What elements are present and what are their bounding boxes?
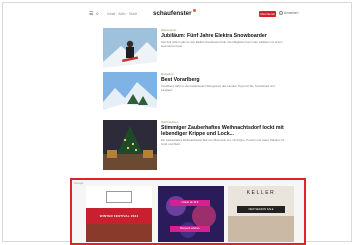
article-headline[interactable]: Best Vorarlberg: [161, 77, 285, 83]
nav-links[interactable]: Inhalt · Aktiv · Stadt: [107, 12, 137, 16]
article-card[interactable]: Reisetipp Best Vorarlberg Vorarlberg zäh…: [103, 72, 288, 122]
article-teaser: Vorarlberg zählt zu den beliebtesten Ski…: [161, 84, 275, 92]
login-link[interactable]: Anmelden: [279, 11, 298, 16]
article-card[interactable]: Wintersport Jubiläum: Fünf Jahre Elektra…: [103, 28, 288, 78]
ad-chip: Bergwelt erleben: [170, 226, 210, 232]
ad-card[interactable]: WINTER FESTIVAL 2024: [86, 186, 152, 242]
article-kicker: Weihnachten: [161, 120, 179, 124]
site-logo[interactable]: schaufenster: [153, 9, 196, 17]
ad-label: Anzeige: [74, 182, 84, 185]
ad-caption: WINTER FESTIVAL 2024: [99, 214, 139, 218]
article-kicker: Wintersport: [161, 28, 177, 32]
ad-card[interactable]: Urlaub ab 39 € Bergwelt erleben: [158, 186, 224, 242]
top-nav: ☰ ⌕ Inhalt · Aktiv · Stadt schaufenster …: [3, 3, 351, 25]
article-info: Reisetipp Best Vorarlberg Vorarlberg zäh…: [161, 72, 285, 92]
ad-image: [158, 186, 224, 242]
ad-cta-button[interactable]: NEW SEASON SALE: [237, 206, 285, 213]
ad-section: Anzeige WINTER FESTIVAL 2024 Urlaub ab 3…: [70, 178, 306, 245]
article-image[interactable]: [103, 72, 157, 122]
ad-image: [86, 224, 152, 242]
logo-dot-icon: [192, 9, 196, 12]
menu-icon[interactable]: ☰: [89, 11, 93, 17]
user-icon: [279, 11, 283, 16]
article-kicker: Reisetipp: [161, 72, 174, 76]
article-headline[interactable]: Stimmiger Zauberhaftes Weihnachtsdorf lo…: [161, 125, 285, 137]
ad-card[interactable]: KELLER NEW SEASON SALE: [228, 186, 294, 242]
article-headline[interactable]: Jubiläum: Fünf Jahre Elektra Snowboarder: [161, 33, 285, 39]
article-info: Weihnachten Stimmiger Zauberhaftes Weihn…: [161, 120, 285, 146]
article-info: Wintersport Jubiläum: Fünf Jahre Elektra…: [161, 28, 285, 48]
article-image[interactable]: [103, 28, 157, 78]
search-icon[interactable]: ⌕: [96, 11, 99, 17]
ad-image: [228, 216, 294, 242]
article-image[interactable]: [103, 120, 157, 170]
article-card[interactable]: Weihnachten Stimmiger Zauberhaftes Weihn…: [103, 120, 288, 170]
subscribe-button[interactable]: Abonnieren: [259, 11, 276, 17]
ad-logo-icon: [106, 191, 132, 203]
ad-brand: KELLER: [246, 190, 276, 196]
article-teaser: Ein zauberhaftes Weihnachtsdorf lädt zum…: [161, 138, 285, 146]
ad-logo-area: [86, 186, 152, 208]
article-teaser: Seit fünf Jahren gibt es den Elektra Sno…: [161, 40, 283, 48]
ad-chip: Urlaub ab 39 €: [170, 200, 210, 206]
